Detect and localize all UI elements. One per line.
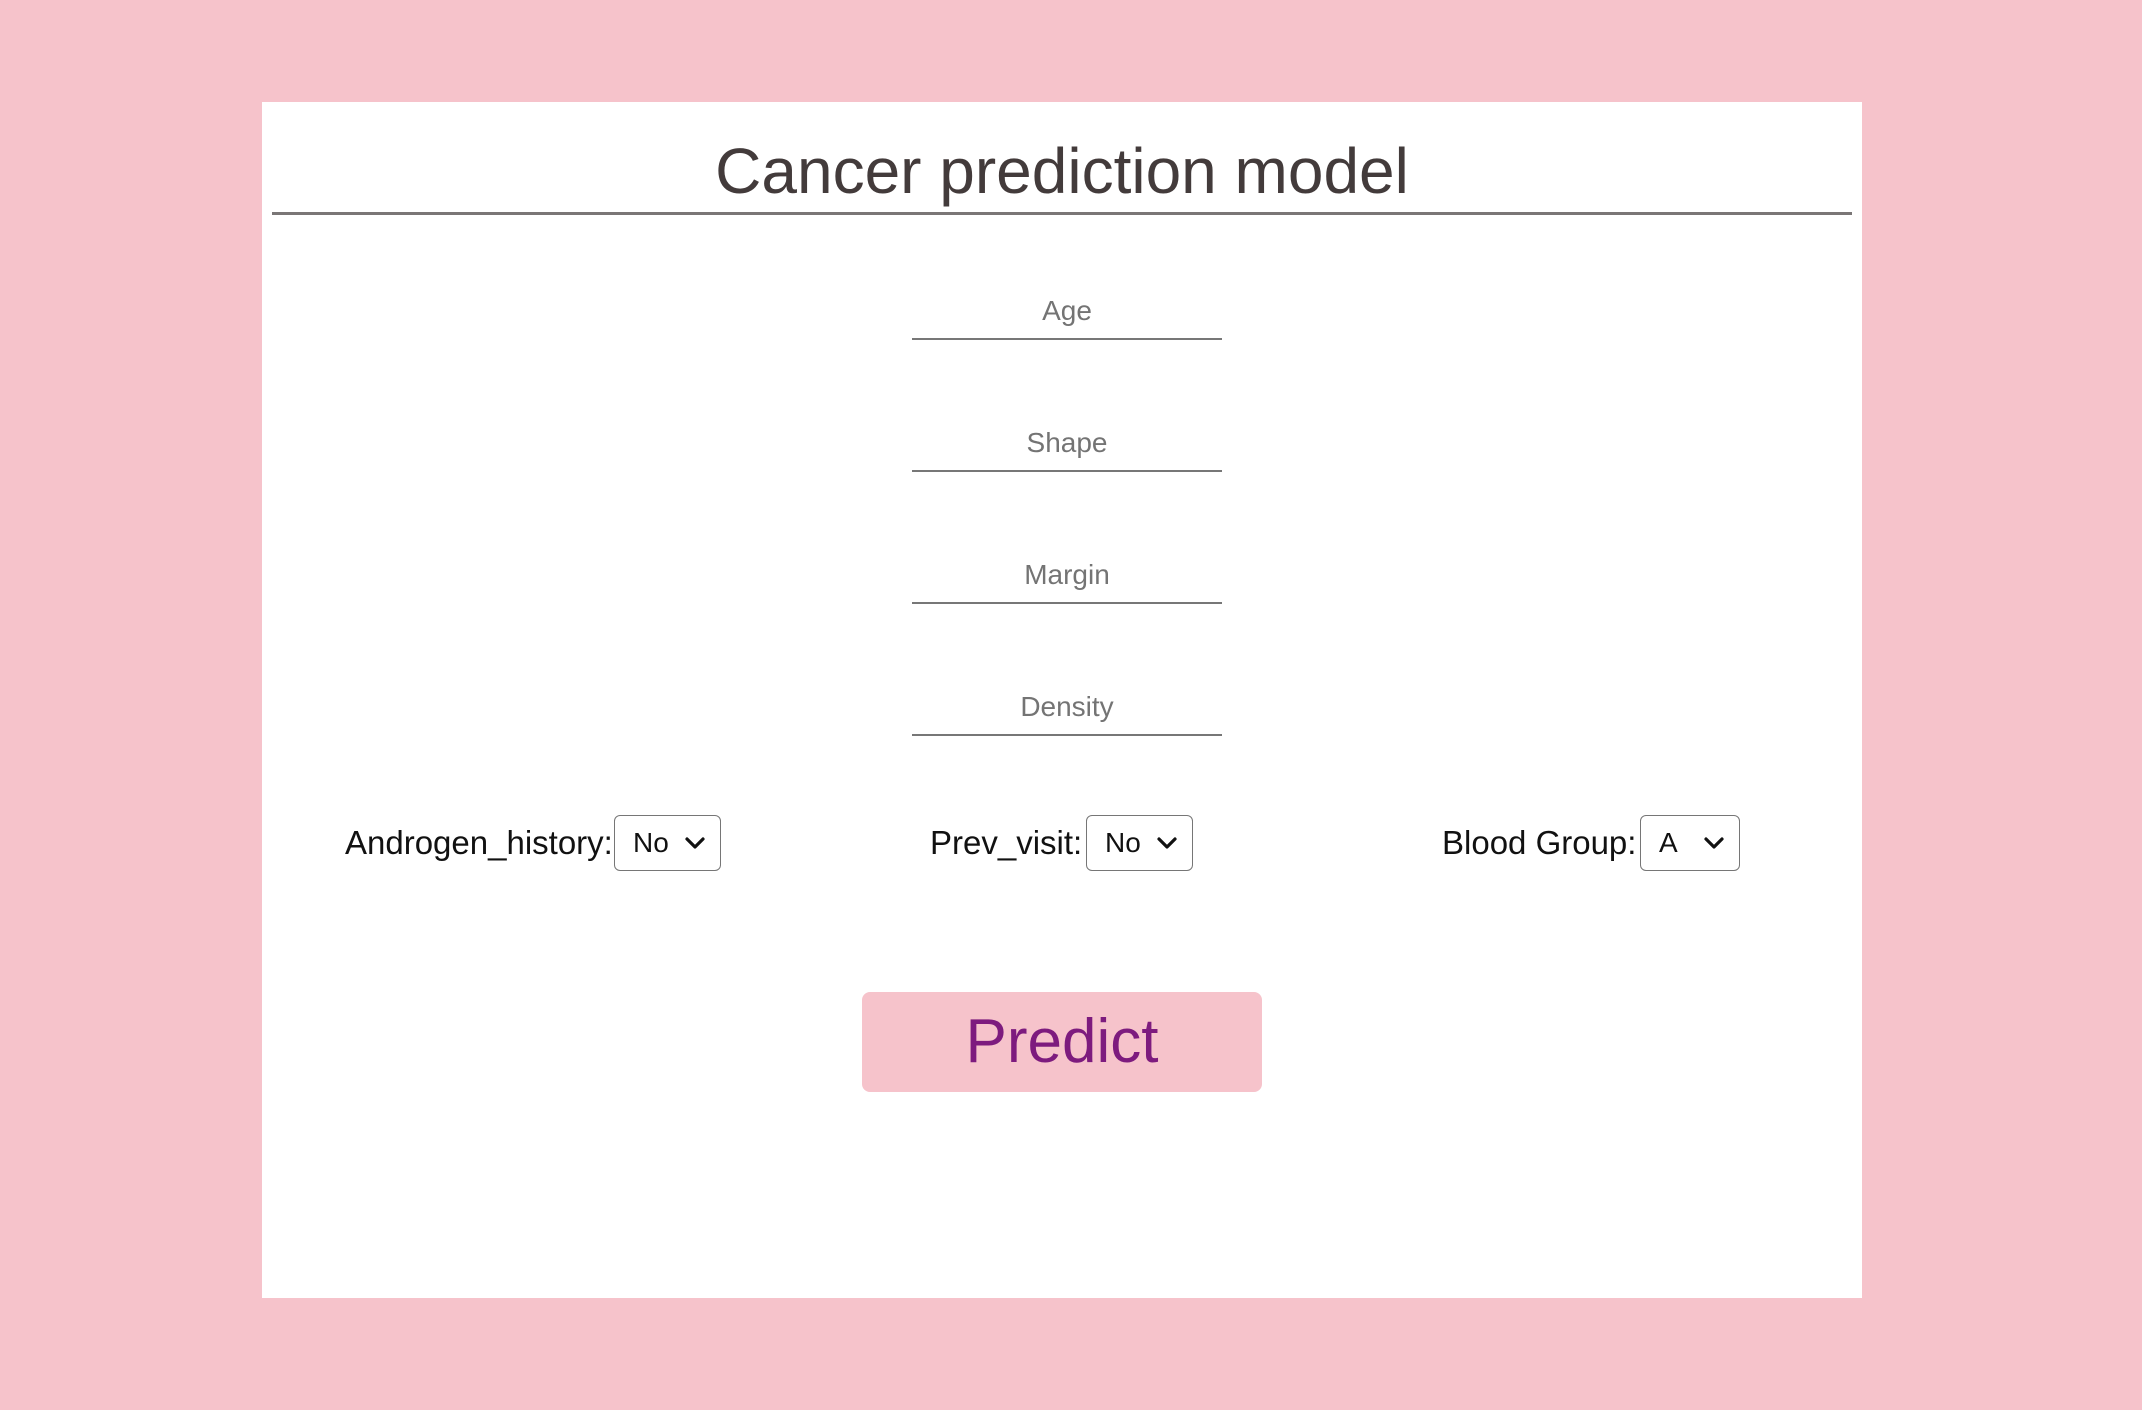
shape-input[interactable] (912, 422, 1222, 472)
title-divider (272, 212, 1852, 215)
androgen-history-select[interactable]: No (614, 815, 721, 871)
blood-group-select[interactable]: A (1640, 815, 1740, 871)
page-title: Cancer prediction model (715, 135, 1409, 207)
prev-visit-select[interactable]: No (1086, 815, 1193, 871)
blood-group-value: A (1659, 827, 1678, 858)
chevron-down-icon (1157, 837, 1177, 849)
androgen-history-label: Androgen_history: (345, 824, 613, 861)
margin-input[interactable] (912, 554, 1222, 604)
blood-group-label: Blood Group: (1442, 824, 1637, 861)
density-input[interactable] (912, 686, 1222, 736)
prediction-card: Cancer prediction model Androgen_history… (262, 102, 1862, 1298)
chevron-down-icon (685, 837, 705, 849)
predict-button[interactable]: Predict (862, 992, 1262, 1092)
prev-visit-value: No (1105, 827, 1141, 858)
androgen-history-value: No (633, 827, 669, 858)
prev-visit-label: Prev_visit: (930, 824, 1083, 861)
age-input[interactable] (912, 290, 1222, 340)
chevron-down-icon (1704, 837, 1724, 849)
